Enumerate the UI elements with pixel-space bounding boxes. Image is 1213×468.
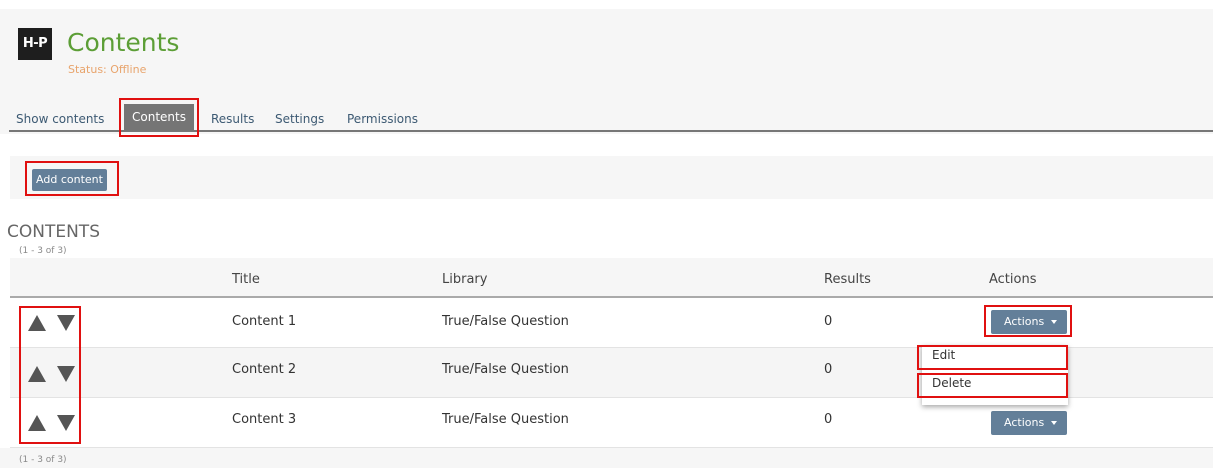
arrow-up-icon[interactable] bbox=[28, 315, 46, 331]
tab-settings[interactable]: Settings bbox=[275, 112, 324, 126]
arrow-up-icon[interactable] bbox=[28, 366, 46, 382]
page-header bbox=[0, 9, 1213, 94]
content-results[interactable]: 0 bbox=[824, 412, 832, 427]
content-library: True/False Question bbox=[442, 412, 569, 427]
content-results[interactable]: 0 bbox=[824, 314, 832, 329]
h5p-logo: H-P bbox=[18, 28, 52, 60]
tab-permissions[interactable]: Permissions bbox=[347, 112, 418, 126]
arrow-up-icon[interactable] bbox=[28, 415, 46, 431]
page-title: Contents bbox=[67, 28, 180, 57]
content-library: True/False Question bbox=[442, 362, 569, 377]
tab-results[interactable]: Results bbox=[211, 112, 254, 126]
content-results[interactable]: 0 bbox=[824, 362, 832, 377]
table-footer bbox=[0, 448, 1213, 468]
content-title: Content 3 bbox=[232, 412, 297, 427]
actions-button-label: Actions bbox=[1004, 416, 1045, 429]
tab-show-contents[interactable]: Show contents bbox=[16, 112, 104, 126]
content-library: True/False Question bbox=[442, 314, 569, 329]
actions-button[interactable]: Actions bbox=[991, 411, 1067, 435]
status-text: Status: Offline bbox=[68, 63, 147, 76]
add-content-button[interactable]: Add content bbox=[32, 169, 107, 191]
pagination-count-bottom: (1 - 3 of 3) bbox=[19, 455, 67, 465]
arrow-down-icon[interactable] bbox=[57, 415, 75, 431]
actions-button-label: Actions bbox=[1004, 315, 1045, 328]
column-header-library: Library bbox=[442, 272, 488, 287]
section-title: CONTENTS bbox=[7, 222, 100, 242]
actions-button[interactable]: Actions bbox=[991, 310, 1067, 334]
chevron-down-icon bbox=[1051, 421, 1057, 425]
pagination-count-top: (1 - 3 of 3) bbox=[19, 246, 67, 256]
content-title: Content 1 bbox=[232, 314, 297, 329]
menu-item-edit[interactable]: Edit bbox=[932, 348, 955, 362]
column-header-results: Results bbox=[824, 272, 871, 287]
chevron-down-icon bbox=[1051, 320, 1057, 324]
toolbar bbox=[10, 156, 1213, 199]
h5p-contents-page: H-P Contents Status: Offline Show conten… bbox=[0, 0, 1213, 468]
arrow-down-icon[interactable] bbox=[57, 366, 75, 382]
content-title: Content 2 bbox=[232, 362, 297, 377]
tab-contents[interactable]: Contents bbox=[124, 104, 194, 131]
column-header-title: Title bbox=[232, 272, 260, 287]
actions-dropdown-menu: Edit Delete bbox=[922, 345, 1068, 405]
arrow-down-icon[interactable] bbox=[57, 315, 75, 331]
column-header-actions: Actions bbox=[989, 272, 1037, 287]
menu-item-delete[interactable]: Delete bbox=[932, 376, 971, 390]
